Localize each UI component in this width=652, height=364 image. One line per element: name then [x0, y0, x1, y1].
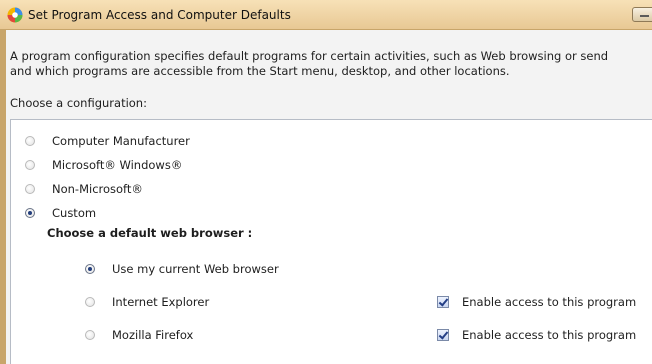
program-defaults-icon [7, 7, 23, 23]
browser-option-internet-explorer[interactable]: Internet Explorer [85, 293, 209, 311]
config-option-label: Non-Microsoft® [52, 182, 143, 196]
description-text: A program configuration specifies defaul… [10, 49, 652, 79]
program-defaults-window: Set Program Access and Computer Defaults… [0, 0, 652, 364]
radio-non-microsoft[interactable] [25, 184, 35, 194]
configuration-label: Choose a configuration: [10, 96, 147, 110]
enable-access-label: Enable access to this program [462, 328, 637, 342]
radio-mozilla-firefox[interactable] [85, 330, 95, 340]
config-option-non-microsoft[interactable]: Non-Microsoft® [25, 180, 143, 198]
browser-heading: Choose a default web browser : [47, 226, 253, 240]
config-option-label: Computer Manufacturer [52, 134, 190, 148]
config-option-microsoft-windows[interactable]: Microsoft® Windows® [25, 156, 182, 174]
window-content: A program configuration specifies defaul… [6, 30, 652, 364]
description-line-1: A program configuration specifies defaul… [10, 49, 609, 63]
radio-custom[interactable] [25, 208, 35, 218]
browser-option-current[interactable]: Use my current Web browser [85, 260, 279, 278]
window-title: Set Program Access and Computer Defaults [28, 8, 291, 22]
config-option-label: Custom [52, 206, 97, 220]
enable-access-label: Enable access to this program [462, 295, 637, 309]
configuration-list: Computer Manufacturer Microsoft® Windows… [10, 119, 652, 364]
access-checkbox-row-internet-explorer[interactable]: Enable access to this program [437, 293, 636, 311]
browser-option-label: Internet Explorer [112, 295, 210, 309]
browser-option-mozilla-firefox[interactable]: Mozilla Firefox [85, 326, 193, 344]
access-checkbox-row-mozilla-firefox[interactable]: Enable access to this program [437, 326, 636, 344]
config-option-computer-manufacturer[interactable]: Computer Manufacturer [25, 132, 190, 150]
minimize-button[interactable] [632, 7, 652, 22]
radio-current-browser[interactable] [85, 264, 95, 274]
enable-access-checkbox-mozilla-firefox[interactable] [437, 329, 449, 341]
radio-computer-manufacturer[interactable] [25, 136, 35, 146]
radio-microsoft-windows[interactable] [25, 160, 35, 170]
enable-access-checkbox-internet-explorer[interactable] [437, 296, 449, 308]
description-line-2: and which programs are accessible from t… [10, 64, 510, 78]
radio-internet-explorer[interactable] [85, 297, 95, 307]
browser-option-label: Use my current Web browser [112, 262, 279, 276]
title-bar[interactable]: Set Program Access and Computer Defaults [0, 0, 652, 30]
browser-option-label: Mozilla Firefox [112, 328, 194, 342]
config-option-custom[interactable]: Custom [25, 204, 96, 222]
config-option-label: Microsoft® Windows® [52, 158, 183, 172]
